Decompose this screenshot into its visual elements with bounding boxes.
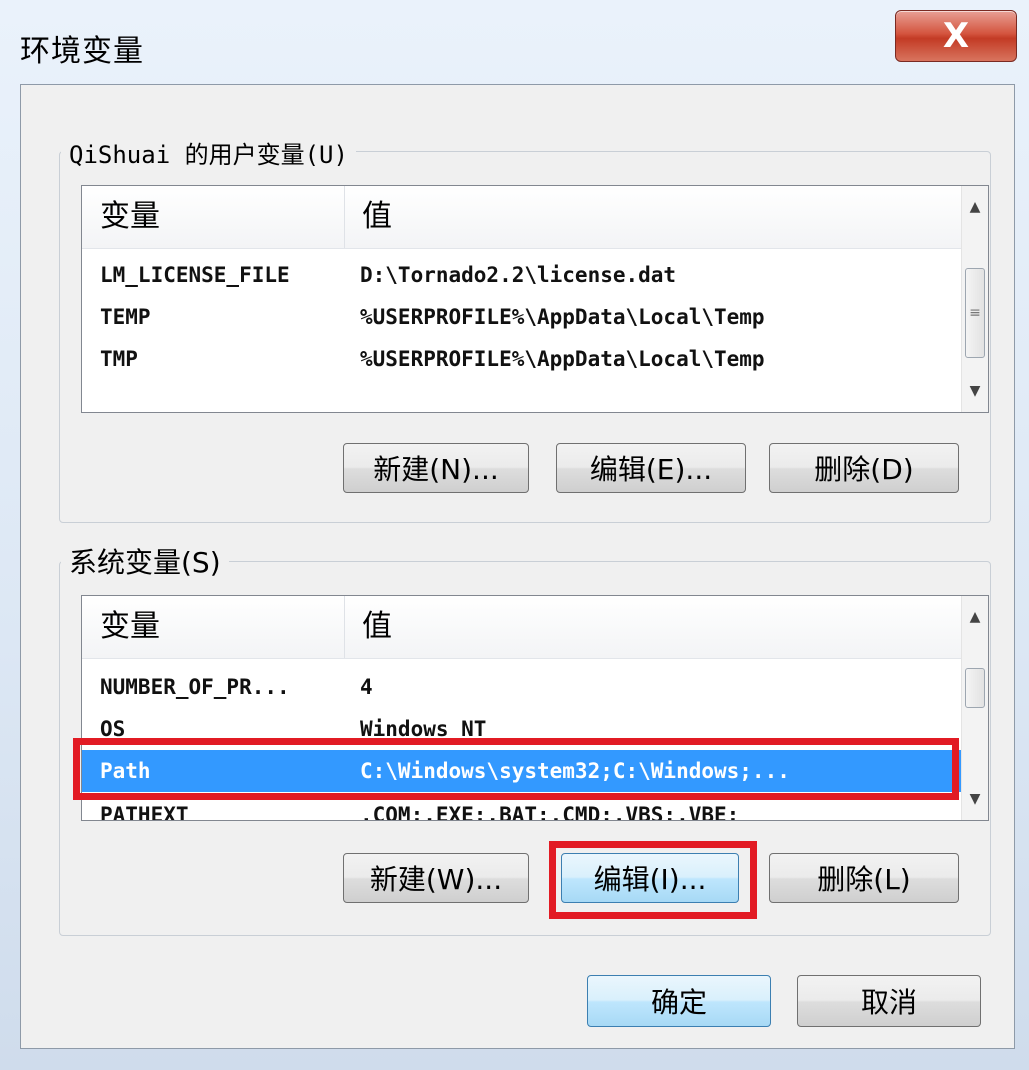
system-edit-button[interactable]: 编辑(I)... — [561, 853, 739, 903]
variable-value: %USERPROFILE%\AppData\Local\Temp — [360, 347, 765, 371]
dialog-body: QiShuai 的用户变量(U) 变量 值 LM_LICENSE_FILE D:… — [20, 84, 1015, 1049]
close-button[interactable]: X — [895, 10, 1017, 62]
scroll-down-button[interactable]: ▼ — [962, 784, 988, 814]
grip-icon: ≡ — [969, 305, 981, 321]
column-header-value[interactable]: 值 — [362, 596, 392, 658]
column-header-variable[interactable]: 变量 — [100, 596, 160, 658]
scroll-up-button[interactable]: ▲ — [962, 192, 988, 222]
variable-name: NUMBER_OF_PR... — [100, 675, 290, 699]
table-row[interactable]: OS Windows_NT — [82, 708, 962, 750]
variable-name: Path — [100, 759, 151, 783]
system-variables-legend: 系统变量(S) — [61, 541, 229, 581]
column-header-value[interactable]: 值 — [362, 186, 392, 248]
dialog-title: 环境变量 — [20, 34, 144, 69]
arrow-down-icon: ▼ — [969, 791, 981, 807]
table-row[interactable]: LM_LICENSE_FILE D:\Tornado2.2\license.da… — [82, 254, 962, 296]
column-header-variable[interactable]: 变量 — [100, 186, 160, 248]
variable-name: LM_LICENSE_FILE — [100, 263, 290, 287]
arrow-up-icon: ▲ — [969, 199, 981, 215]
variable-value: D:\Tornado2.2\license.dat — [360, 263, 677, 287]
user-list-header: 变量 值 — [82, 186, 962, 249]
arrow-up-icon: ▲ — [969, 609, 981, 625]
variable-value: %USERPROFILE%\AppData\Local\Temp — [360, 305, 765, 329]
ok-button[interactable]: 确定 — [587, 975, 771, 1027]
variable-value: .COM;.EXE;.BAT;.CMD;.VBS;.VBE; — [360, 803, 740, 821]
variable-name: TMP — [100, 347, 138, 371]
scroll-thumb[interactable]: ≡ — [965, 268, 985, 358]
variable-name: TEMP — [100, 305, 151, 329]
scroll-thumb[interactable] — [965, 668, 985, 708]
table-row[interactable]: TMP %USERPROFILE%\AppData\Local\Temp — [82, 338, 962, 380]
system-new-button[interactable]: 新建(W)... — [343, 853, 529, 903]
system-list-scrollbar[interactable]: ▲ ▼ — [961, 596, 988, 820]
variable-value: 4 — [360, 675, 373, 699]
column-divider[interactable] — [344, 186, 345, 248]
environment-variables-dialog: 环境变量 X QiShuai 的用户变量(U) 变量 值 LM_LICENSE_… — [0, 0, 1029, 1070]
column-divider[interactable] — [344, 596, 345, 658]
table-row[interactable]: TEMP %USERPROFILE%\AppData\Local\Temp — [82, 296, 962, 338]
system-delete-button[interactable]: 删除(L) — [769, 853, 959, 903]
variable-name: PATHEXT — [100, 803, 189, 821]
title-bar[interactable]: 环境变量 X — [0, 0, 1029, 84]
user-new-button[interactable]: 新建(N)... — [343, 443, 529, 493]
variable-value: C:\Windows\system32;C:\Windows;... — [360, 759, 790, 783]
user-variables-legend: QiShuai 的用户变量(U) — [61, 135, 356, 170]
scroll-down-button[interactable]: ▼ — [962, 376, 988, 406]
table-row[interactable]: NUMBER_OF_PR... 4 — [82, 666, 962, 708]
system-list-header: 变量 值 — [82, 596, 962, 659]
user-variables-list[interactable]: 变量 值 LM_LICENSE_FILE D:\Tornado2.2\licen… — [81, 185, 989, 413]
scroll-up-button[interactable]: ▲ — [962, 602, 988, 632]
cancel-button[interactable]: 取消 — [797, 975, 981, 1027]
user-list-scrollbar[interactable]: ▲ ≡ ▼ — [961, 186, 988, 412]
user-edit-button[interactable]: 编辑(E)... — [556, 443, 746, 493]
table-row-selected[interactable]: Path C:\Windows\system32;C:\Windows;... — [82, 750, 962, 792]
table-row[interactable]: PATHEXT .COM;.EXE;.BAT;.CMD;.VBS;.VBE; — [82, 794, 962, 821]
variable-value: Windows_NT — [360, 717, 487, 741]
system-variables-list[interactable]: 变量 值 NUMBER_OF_PR... 4 OS Windows_NT Pat… — [81, 595, 989, 821]
arrow-down-icon: ▼ — [969, 383, 981, 399]
user-delete-button[interactable]: 删除(D) — [769, 443, 959, 493]
close-icon: X — [942, 16, 970, 56]
variable-name: OS — [100, 717, 126, 741]
